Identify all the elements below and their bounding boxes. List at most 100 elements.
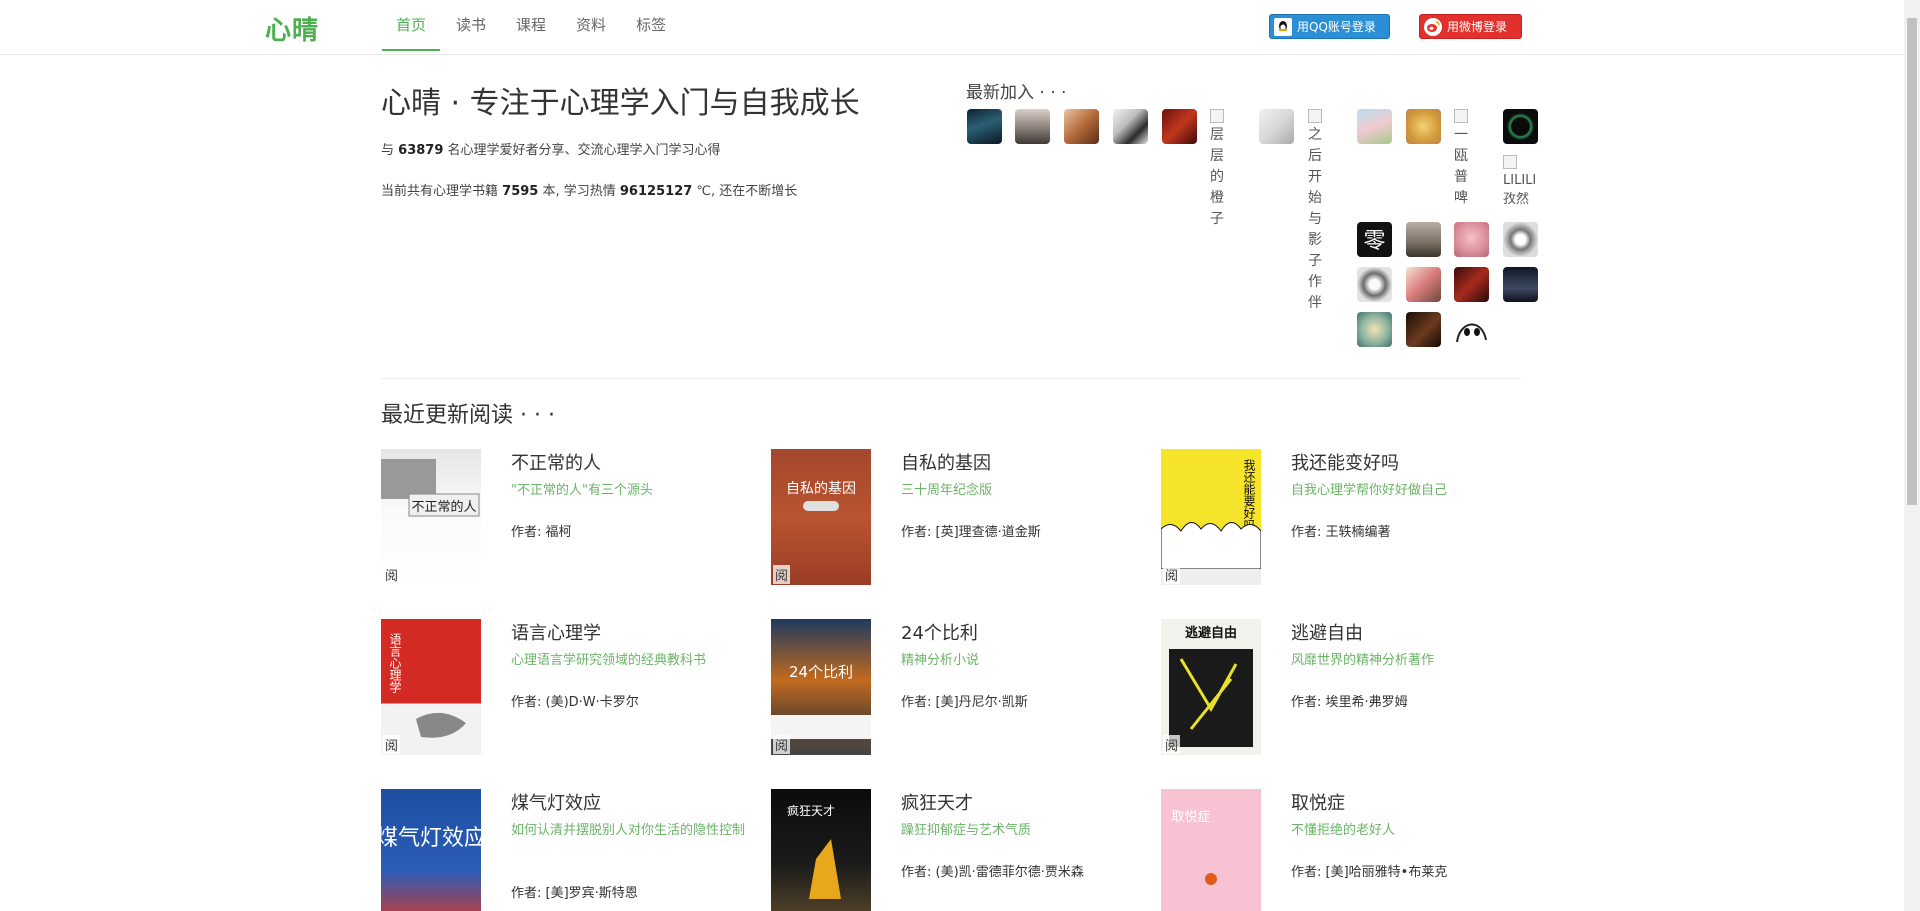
book-author: 作者: [美]哈丽雅特•布莱克 xyxy=(1291,861,1447,880)
member-avatar[interactable] xyxy=(1406,109,1441,144)
weibo-login-label: 用微博登录 xyxy=(1447,20,1508,34)
member-avatar[interactable] xyxy=(1357,312,1392,347)
book-author: 作者: 福柯 xyxy=(511,521,572,540)
page-scrollbar[interactable] xyxy=(1904,0,1920,911)
nav-reading[interactable]: 读书 xyxy=(442,0,500,51)
member-avatar[interactable] xyxy=(1357,267,1392,302)
member-avatar-missing[interactable]: 层层的橙子 xyxy=(1210,109,1228,230)
member-avatar[interactable] xyxy=(1406,312,1441,347)
svg-text:零: 零 xyxy=(1363,229,1385,254)
nav-resources[interactable]: 资料 xyxy=(562,0,620,51)
book-card[interactable]: 我还能要好吗 阅 我还能变好吗 自我心理学帮你好好做自己 作者: 王轶楠编著 xyxy=(1161,449,1551,599)
member-avatar-missing[interactable]: LILILI孜然 xyxy=(1503,155,1539,209)
member-avatar[interactable] xyxy=(1454,312,1489,347)
book-cover[interactable]: 逃避自由 阅 xyxy=(1161,619,1261,755)
member-avatar[interactable]: 零 xyxy=(1357,222,1392,257)
book-subtitle: 精神分析小说 xyxy=(901,653,980,668)
member-avatar[interactable] xyxy=(1454,267,1489,302)
book-subtitle: 如何认清并摆脱别人对你生活的隐性控制 xyxy=(511,823,746,838)
read-tag[interactable]: 阅 xyxy=(383,565,401,584)
cover-text: 24个比利 xyxy=(789,663,853,681)
book-cover[interactable]: 不正常的人 阅 xyxy=(381,449,481,585)
broken-image-icon xyxy=(1210,109,1224,123)
book-title[interactable]: 取悦症 xyxy=(1291,789,1345,815)
broken-image-icon xyxy=(1454,109,1468,123)
cover-text: 自私的基因 xyxy=(786,480,856,497)
book-cover[interactable]: 24个比利 阅 xyxy=(771,619,871,755)
book-title[interactable]: 我还能变好吗 xyxy=(1291,449,1399,475)
site-logo[interactable]: 心晴 xyxy=(265,10,319,47)
member-avatar[interactable] xyxy=(1064,109,1099,144)
members-prefix: 与 xyxy=(381,143,395,158)
book-author: 作者: [美]罗宾·斯特恩 xyxy=(511,882,638,901)
nav-home[interactable]: 首页 xyxy=(382,0,441,51)
book-card[interactable]: 取悦症 取悦症 不懂拒绝的老好人 作者: [美]哈丽雅特•布莱克 xyxy=(1161,789,1551,911)
book-card[interactable]: 煤气灯效应 煤气灯效应 如何认清并摆脱别人对你生活的隐性控制 作者: [美]罗宾… xyxy=(381,789,771,911)
members-stat: 与 63879 名心理学爱好者分享、交流心理学入门学习心得 xyxy=(381,139,721,158)
book-subtitle: 躁狂抑郁症与艺术气质 xyxy=(901,823,1032,838)
member-avatar[interactable] xyxy=(1503,267,1538,302)
newest-members-title: 最新加入 · · · xyxy=(966,83,1067,103)
book-title[interactable]: 语言心理学 xyxy=(511,619,601,645)
book-card[interactable]: 自私的基因 阅 自私的基因 三十周年纪念版 作者: [英]理查德·道金斯 xyxy=(771,449,1161,599)
book-cover[interactable]: 疯狂天才 xyxy=(771,789,871,911)
member-avatar[interactable] xyxy=(1015,109,1050,144)
cover-text: 逃避自由 xyxy=(1185,625,1237,641)
member-avatar[interactable] xyxy=(1406,222,1441,257)
book-cover-art: 煤气灯效应 xyxy=(381,826,481,851)
book-cover[interactable]: 取悦症 xyxy=(1161,789,1261,911)
author-label: 作者: xyxy=(901,695,936,710)
book-cover[interactable]: 自私的基因 阅 xyxy=(771,449,871,585)
book-title[interactable]: 自私的基因 xyxy=(901,449,991,475)
member-avatar[interactable] xyxy=(1503,109,1538,144)
weibo-login-button[interactable]: 用微博登录 xyxy=(1419,14,1522,39)
member-avatar[interactable] xyxy=(1503,222,1538,257)
nav-courses[interactable]: 课程 xyxy=(502,0,560,51)
read-tag[interactable]: 阅 xyxy=(1163,735,1181,754)
book-title[interactable]: 逃避自由 xyxy=(1291,619,1363,645)
book-card[interactable]: 疯狂天才 疯狂天才 躁狂抑郁症与艺术气质 作者: (美)凯·雷德菲尔德·贾米森 xyxy=(771,789,1161,911)
book-card[interactable]: 不正常的人 阅 不正常的人 "不正常的人"有三个源头 作者: 福柯 xyxy=(381,449,771,599)
member-avatar-missing[interactable]: 一瓯普啤 xyxy=(1454,109,1472,209)
book-title[interactable]: 不正常的人 xyxy=(511,449,601,475)
books-prefix: 当前共有心理学书籍 xyxy=(381,184,499,199)
book-title[interactable]: 24个比利 xyxy=(901,619,978,645)
cover-text: 语言心理学 xyxy=(388,633,402,693)
member-name: 之后开始与影子作伴 xyxy=(1308,127,1322,311)
section-divider xyxy=(381,378,1522,379)
member-name: 一瓯普啤 xyxy=(1454,127,1468,206)
books-mid: 本, 学习热情 xyxy=(542,184,616,199)
book-card[interactable]: 语言心理学 阅 语言心理学 心理语言学研究领域的经典教科书 作者: (美)D·W… xyxy=(381,619,771,769)
author-label: 作者: xyxy=(1291,865,1326,880)
member-avatar[interactable] xyxy=(1162,109,1197,144)
top-navbar: 心晴 首页 读书 课程 资料 标签 用QQ账号登录 用微博登录 xyxy=(0,0,1904,55)
book-cover[interactable]: 煤气灯效应 xyxy=(381,789,481,911)
member-avatar[interactable] xyxy=(1454,222,1489,257)
book-cover[interactable]: 语言心理学 阅 xyxy=(381,619,481,755)
read-tag[interactable]: 阅 xyxy=(1163,565,1181,584)
member-avatar[interactable] xyxy=(967,109,1002,144)
scrollbar-thumb[interactable] xyxy=(1907,18,1917,505)
member-avatar[interactable] xyxy=(1357,109,1392,144)
book-card[interactable]: 24个比利 阅 24个比利 精神分析小说 作者: [美]丹尼尔·凯斯 xyxy=(771,619,1161,769)
cover-text: 煤气灯效应 xyxy=(381,826,481,851)
author-label: 作者: xyxy=(1291,525,1326,540)
member-avatar[interactable] xyxy=(1113,109,1148,144)
nav-tags[interactable]: 标签 xyxy=(622,0,680,51)
read-tag[interactable]: 阅 xyxy=(773,735,791,754)
read-tag[interactable]: 阅 xyxy=(773,565,791,584)
book-title[interactable]: 煤气灯效应 xyxy=(511,789,601,815)
book-cover-art: 取悦症 xyxy=(1171,810,1217,885)
author-label: 作者: xyxy=(1291,695,1326,710)
book-cover[interactable]: 我还能要好吗 阅 xyxy=(1161,449,1261,585)
book-card[interactable]: 逃避自由 阅 逃避自由 风靡世界的精神分析著作 作者: 埃里希·弗罗姆 xyxy=(1161,619,1551,769)
broken-image-icon xyxy=(1308,109,1322,123)
member-avatar[interactable] xyxy=(1259,109,1294,144)
book-subtitle: 不懂拒绝的老好人 xyxy=(1291,823,1396,838)
members-suffix: 名心理学爱好者分享、交流心理学入门学习心得 xyxy=(447,143,721,158)
member-avatar[interactable] xyxy=(1406,267,1441,302)
member-avatar-missing[interactable]: 之后开始与影子作伴 xyxy=(1308,109,1326,314)
qq-login-button[interactable]: 用QQ账号登录 xyxy=(1269,14,1390,39)
book-title[interactable]: 疯狂天才 xyxy=(901,789,973,815)
read-tag[interactable]: 阅 xyxy=(383,735,401,754)
